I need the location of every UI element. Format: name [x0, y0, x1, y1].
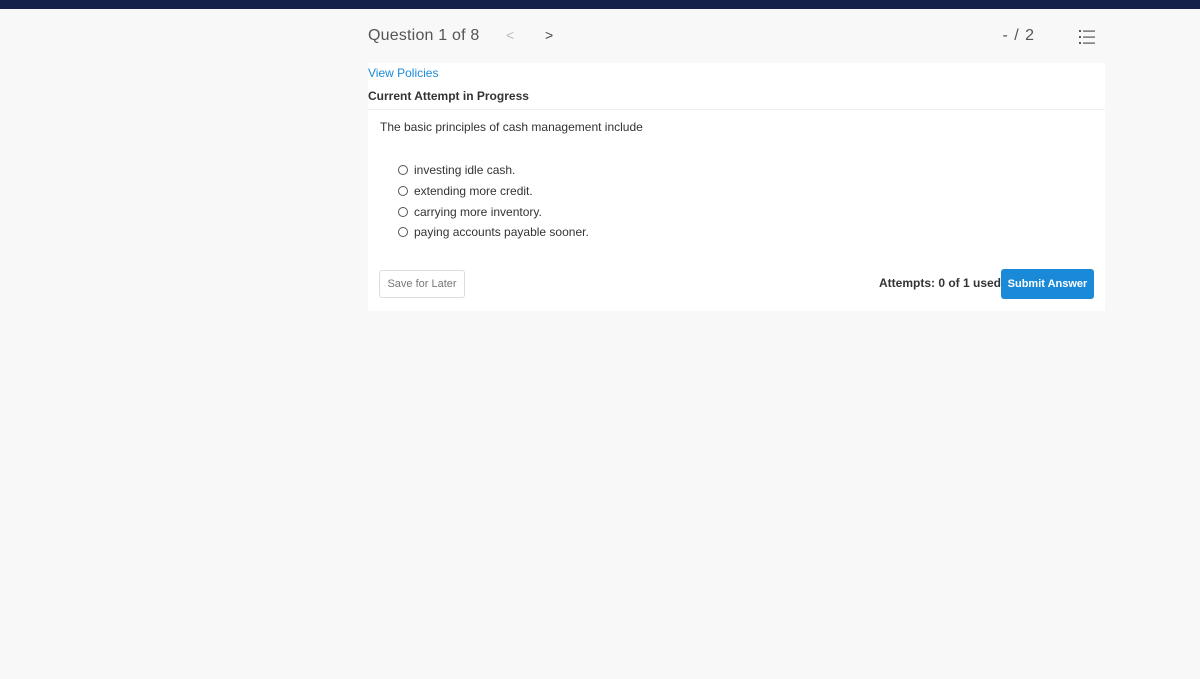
- option-label: extending more credit.: [414, 184, 533, 199]
- question-header: Question 1 of 8 < > - / 2: [368, 24, 1105, 52]
- option-label: investing idle cash.: [414, 163, 516, 178]
- question-text: The basic principles of cash management …: [380, 120, 643, 134]
- attempts-counter: Attempts: 0 of 1 used: [879, 276, 1002, 290]
- radio-button[interactable]: [398, 186, 408, 197]
- previous-question-button[interactable]: <: [506, 27, 514, 43]
- answer-option[interactable]: investing idle cash.: [398, 160, 589, 181]
- radio-button[interactable]: [398, 206, 408, 217]
- next-question-button[interactable]: >: [545, 27, 553, 43]
- option-label: carrying more inventory.: [414, 204, 542, 219]
- save-for-later-button[interactable]: Save for Later: [379, 270, 465, 298]
- numbered-list-icon[interactable]: [1079, 29, 1095, 45]
- view-policies-link[interactable]: View Policies: [368, 66, 438, 80]
- attempt-status-title: Current Attempt in Progress: [368, 89, 529, 103]
- radio-button[interactable]: [398, 165, 408, 176]
- radio-button[interactable]: [398, 227, 408, 238]
- score-display: - / 2: [1002, 27, 1035, 44]
- top-bar: [0, 0, 1200, 9]
- submit-answer-button[interactable]: Submit Answer: [1001, 269, 1094, 299]
- answer-options: investing idle cash. extending more cred…: [398, 160, 589, 243]
- question-counter: Question 1 of 8: [368, 27, 480, 44]
- option-label: paying accounts payable sooner.: [414, 225, 589, 240]
- question-card: View Policies Current Attempt in Progres…: [368, 63, 1105, 311]
- answer-option[interactable]: carrying more inventory.: [398, 201, 589, 222]
- answer-option[interactable]: paying accounts payable sooner.: [398, 222, 589, 243]
- answer-option[interactable]: extending more credit.: [398, 181, 589, 202]
- divider: [368, 109, 1105, 110]
